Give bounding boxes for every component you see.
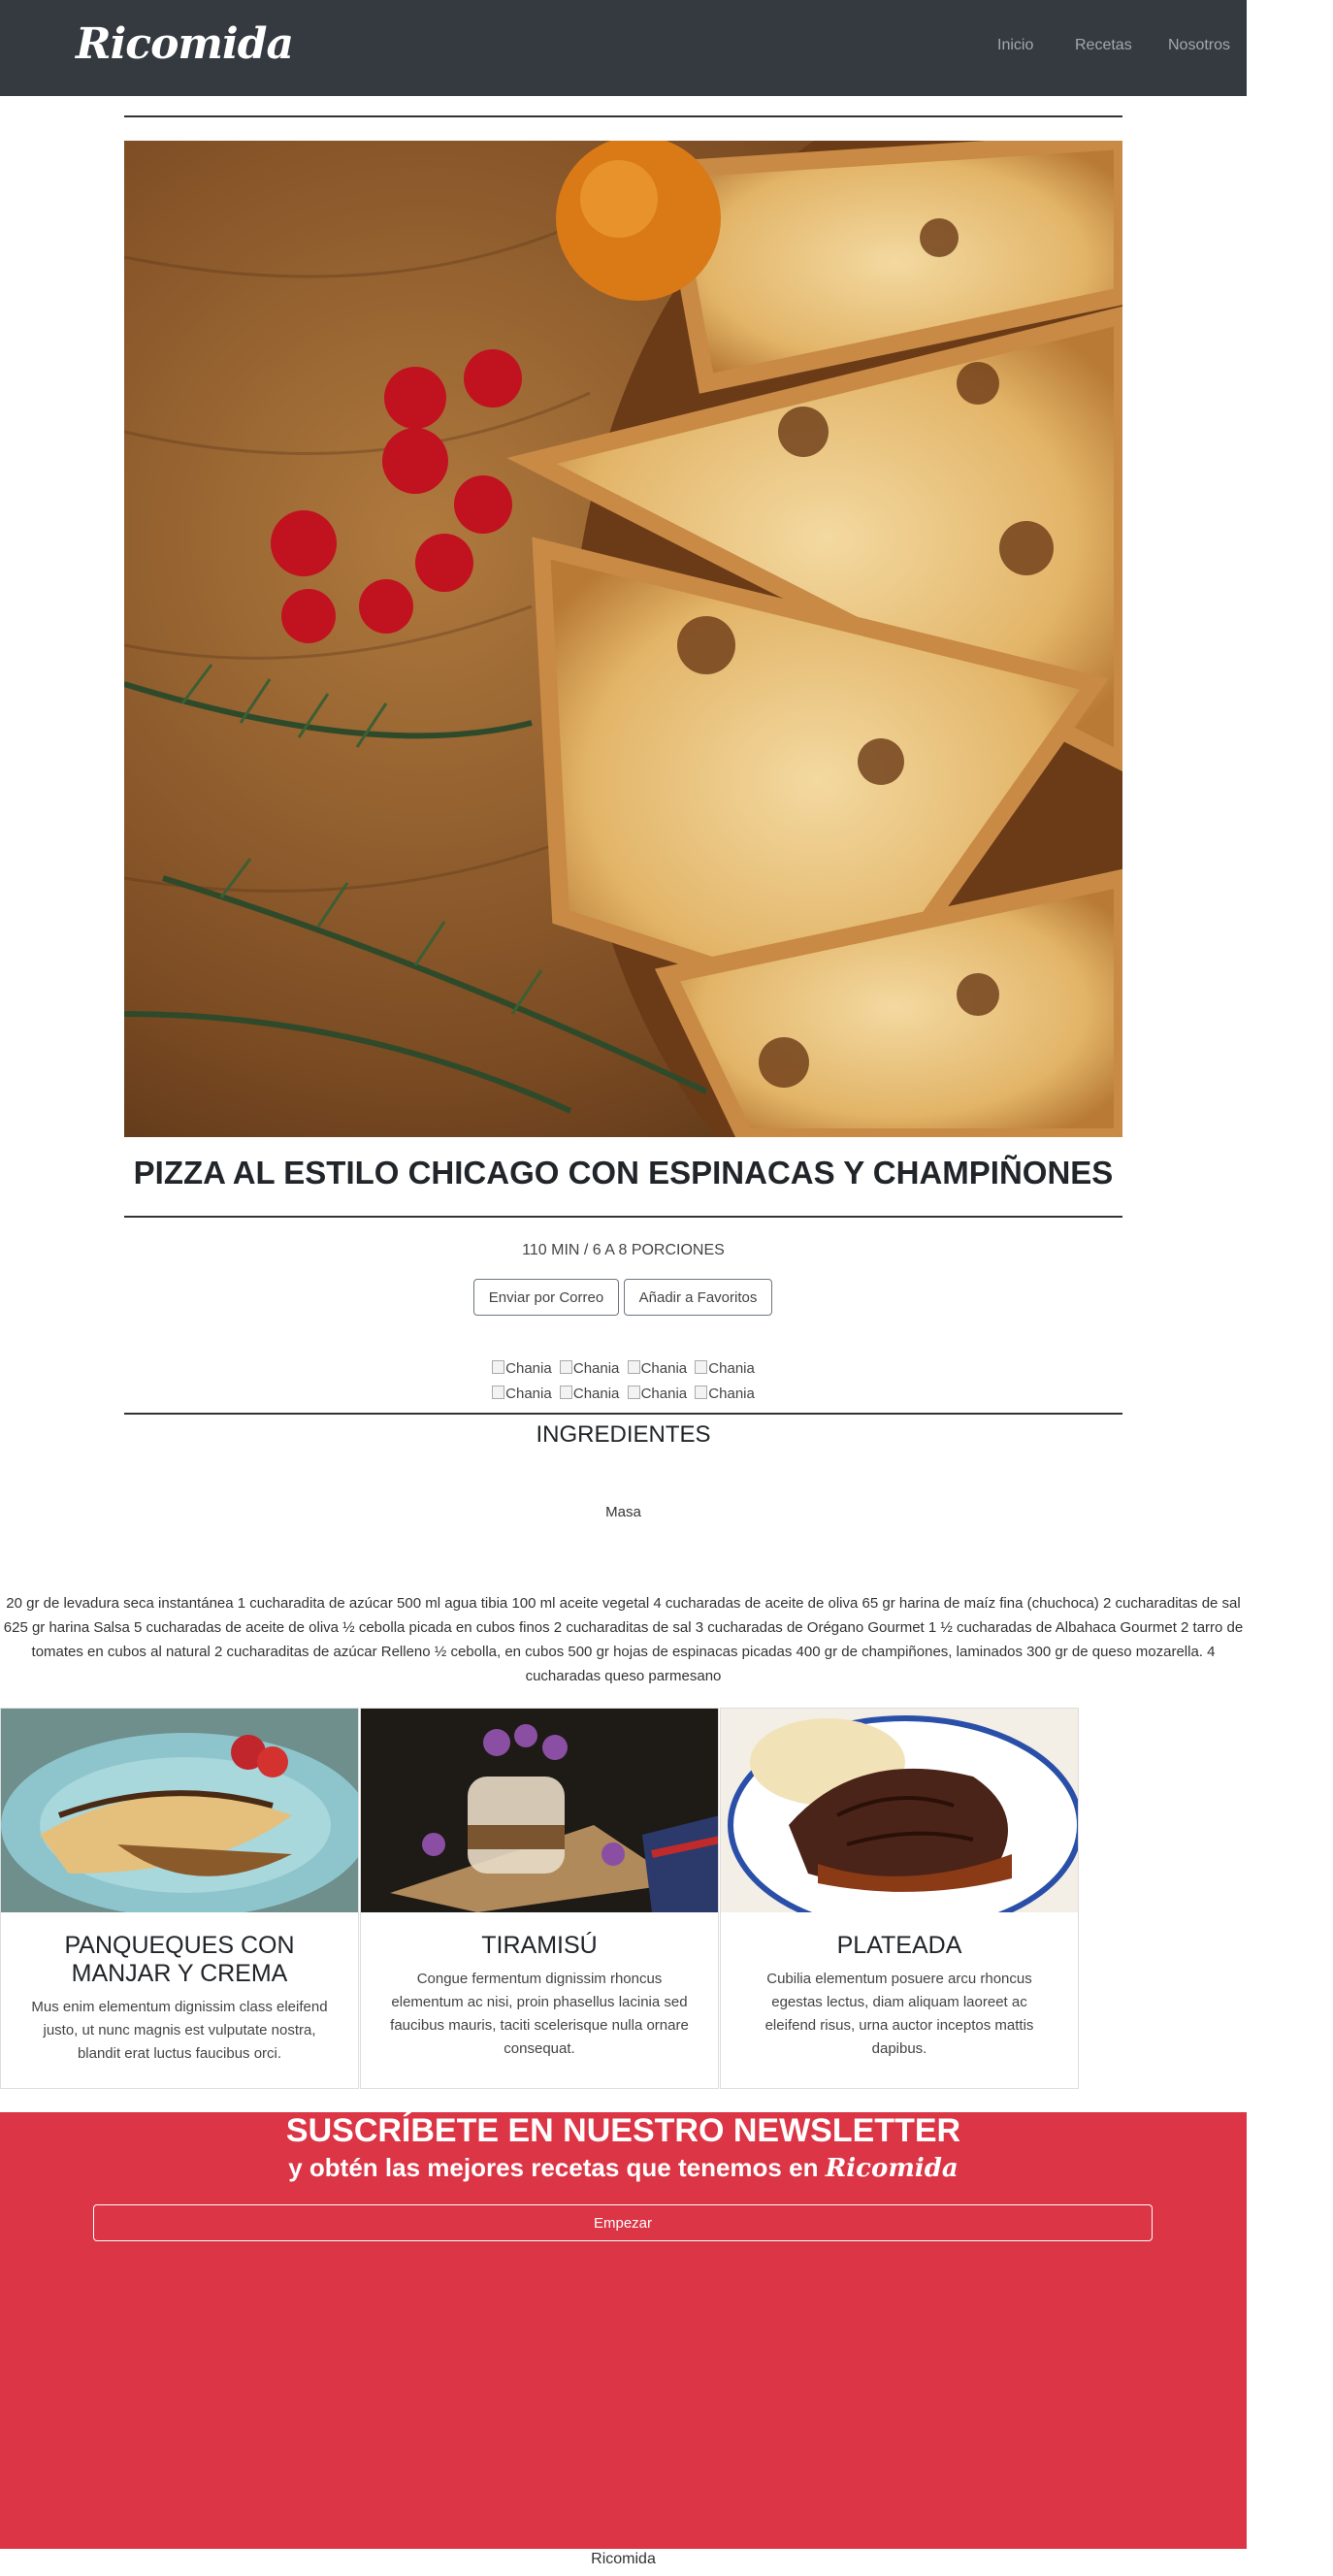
thumbnail-image[interactable]: Chania <box>627 1356 687 1382</box>
thumbnail-gallery: Chania Chania Chania Chania Chania Chani… <box>124 1356 1122 1407</box>
brand-logo[interactable]: Ricomida <box>76 19 294 69</box>
navbar: Ricomida Inicio Recetas Nosotros <box>0 0 1247 96</box>
thumbnail-image[interactable]: Chania <box>492 1382 552 1407</box>
top-divider <box>124 115 1122 117</box>
hero-pizza-image <box>124 141 1122 1137</box>
thumbnail-image[interactable]: Chania <box>559 1356 619 1382</box>
card-image-plateada <box>721 1709 1078 1935</box>
card-text: Mus enim elementum dignissim class eleif… <box>31 1999 328 2062</box>
card-text: Congue fermentum dignissim rhoncus eleme… <box>390 1971 689 2057</box>
favorites-button[interactable]: Añadir a Favoritos <box>624 1279 772 1316</box>
ingredients-section-label: Masa <box>605 1504 641 1520</box>
recipe-title: PIZZA AL ESTILO CHICAGO CON ESPINACAS Y … <box>133 1155 1114 1190</box>
start-button[interactable]: Empezar <box>93 2204 1153 2241</box>
card-text: Cubilia elementum posuere arcu rhoncus e… <box>764 1971 1034 2057</box>
nav-link-nosotros[interactable]: Nosotros <box>1168 37 1230 54</box>
thumbnail-image[interactable]: Chania <box>695 1382 755 1407</box>
footer-text: Ricomida <box>591 2551 656 2567</box>
thumbnail-image[interactable]: Chania <box>695 1356 755 1382</box>
newsletter-subtitle-text: y obtén las mejores recetas que tenemos … <box>288 2153 819 2182</box>
recipe-card-plateada[interactable]: PLATEADA Cubilia elementum posuere arcu … <box>720 1708 1079 2089</box>
recipe-card-tiramisu[interactable]: TIRAMISÚ Congue fermentum dignissim rhon… <box>360 1708 719 2089</box>
newsletter-subtitle: y obtén las mejores recetas que tenemos … <box>0 2153 1247 2183</box>
recipe-meta: 110 MIN / 6 A 8 PORCIONES <box>522 1242 725 1258</box>
card-title[interactable]: PANQUEQUES CON MANJAR Y CREMA <box>18 1932 341 1988</box>
thumbnail-image[interactable]: Chania <box>559 1382 619 1407</box>
recipe-card-panqueques[interactable]: PANQUEQUES CON MANJAR Y CREMA Mus enim e… <box>0 1708 359 2089</box>
card-title[interactable]: PLATEADA <box>738 1932 1060 1960</box>
card-image-panqueques <box>1 1709 358 1917</box>
title-divider <box>124 1216 1122 1218</box>
nav-link-inicio[interactable]: Inicio <box>997 37 1033 54</box>
nav-link-recetas[interactable]: Recetas <box>1075 37 1132 54</box>
ingredients-divider <box>124 1413 1122 1415</box>
newsletter-title: SUSCRÍBETE EN NUESTRO NEWSLETTER <box>285 2112 961 2149</box>
newsletter-section: SUSCRÍBETE EN NUESTRO NEWSLETTER y obtén… <box>0 2112 1247 2549</box>
ingredients-text: 20 gr de levadura seca instantánea 1 cuc… <box>3 1595 1244 1684</box>
email-button[interactable]: Enviar por Correo <box>473 1279 619 1316</box>
newsletter-brand: Ricomida <box>825 2154 959 2183</box>
thumbnail-image[interactable]: Chania <box>492 1356 552 1382</box>
ingredients-heading: INGREDIENTES <box>536 1421 711 1448</box>
thumbnail-image[interactable]: Chania <box>627 1382 687 1407</box>
card-title[interactable]: TIRAMISÚ <box>378 1932 700 1960</box>
card-image-tiramisu <box>361 1709 718 1912</box>
